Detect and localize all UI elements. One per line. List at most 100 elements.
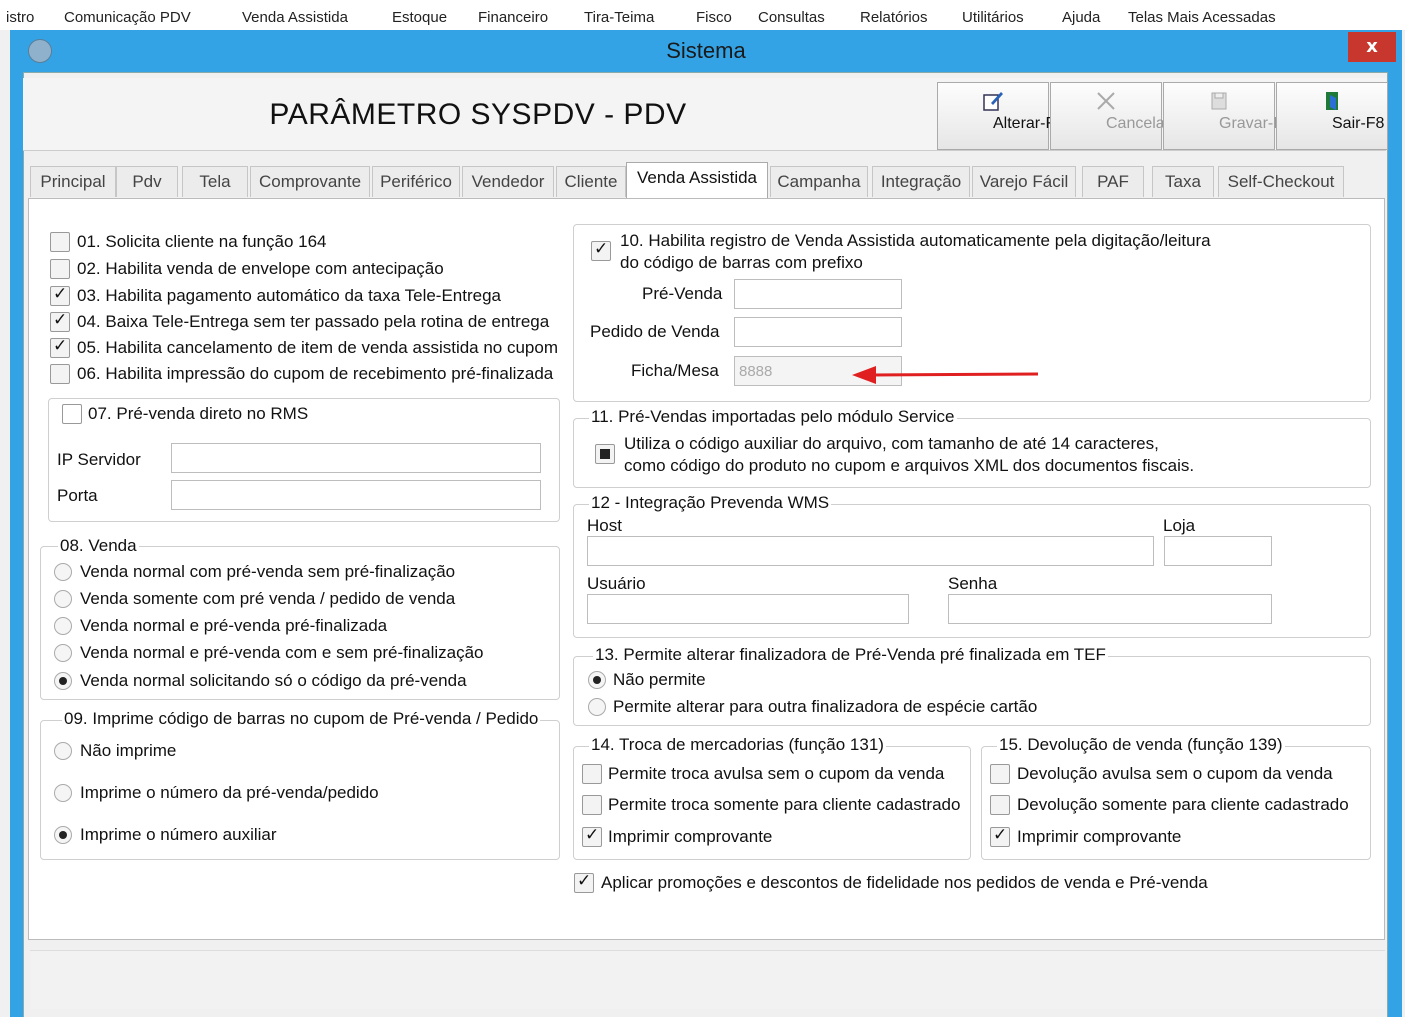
ip-servidor-label: IP Servidor: [57, 450, 141, 469]
opt14-checkbox-3[interactable]: [582, 825, 602, 847]
opt05-label: 05. Habilita cancelamento de item de ven…: [77, 338, 559, 357]
page-title: PARÂMETRO SYSPDV - PDV: [269, 98, 687, 131]
edit-icon: [983, 92, 1003, 111]
venda-radio-2[interactable]: [54, 590, 72, 608]
opt04-checkbox[interactable]: [50, 310, 70, 332]
menu-item-telas-mais-acessadas[interactable]: Telas Mais Acessadas: [1128, 9, 1276, 26]
loja-label: Loja: [1163, 516, 1196, 535]
menu-item-tira-teima[interactable]: Tira-Teima: [584, 9, 654, 26]
senha-input[interactable]: [948, 594, 1272, 624]
pre-venda-input[interactable]: [734, 279, 902, 309]
tab-venda-assistida[interactable]: Venda Assistida: [626, 162, 768, 199]
menu-item-relatorios[interactable]: Relatórios: [860, 9, 928, 26]
opt06-checkbox[interactable]: [50, 364, 70, 384]
imprime-option-1: Não imprime: [80, 741, 177, 760]
imprime-radio-3[interactable]: [54, 826, 72, 844]
sair-button[interactable]: Sair-F8: [1276, 82, 1388, 150]
opt02-label: 02. Habilita venda de envelope com antec…: [77, 259, 444, 278]
red-arrow-annotation: [852, 366, 1039, 384]
menu-item-comunicacao[interactable]: Comunicação PDV: [64, 9, 191, 26]
tab-principal[interactable]: Principal: [30, 166, 116, 197]
tab-comprovante[interactable]: Comprovante: [250, 166, 370, 197]
menubar: istro Comunicação PDV Venda Assistida Es…: [0, 0, 1405, 30]
senha-label: Senha: [948, 574, 998, 593]
venda-radio-1[interactable]: [54, 563, 72, 581]
bottom-strip: [0, 1017, 1405, 1032]
gravar-button[interactable]: Gravar-F9: [1163, 82, 1292, 150]
menu-item-fisco[interactable]: Fisco: [696, 9, 732, 26]
opt11-line1: Utiliza o código auxiliar do arquivo, co…: [624, 434, 1159, 453]
opt15-checkbox-1[interactable]: [990, 764, 1010, 784]
opt14-option-1: Permite troca avulsa sem o cupom da vend…: [608, 764, 945, 783]
window-titlebar[interactable]: Sistema x: [10, 30, 1402, 72]
pedido-venda-label: Pedido de Venda: [590, 322, 720, 341]
ip-servidor-input[interactable]: [171, 443, 541, 473]
menu-item-estoque[interactable]: Estoque: [392, 9, 447, 26]
opt01-label: 01. Solicita cliente na função 164: [77, 232, 327, 251]
tab-campanha[interactable]: Campanha: [770, 166, 868, 197]
tab-varejo-facil[interactable]: Varejo Fácil: [972, 166, 1076, 197]
opt10-label-line1: 10. Habilita registro de Venda Assistida…: [620, 231, 1211, 250]
tab-self-checkout[interactable]: Self-Checkout: [1218, 166, 1344, 197]
host-label: Host: [587, 516, 622, 535]
opt15-option-3: Imprimir comprovante: [1017, 827, 1182, 846]
venda-radio-3[interactable]: [54, 617, 72, 635]
close-button[interactable]: x: [1348, 32, 1396, 62]
imprime-option-2: Imprime o número da pré-venda/pedido: [80, 783, 379, 802]
pre-venda-label: Pré-Venda: [642, 284, 723, 303]
opt02-checkbox[interactable]: [50, 259, 70, 279]
venda-radio-5[interactable]: [54, 672, 72, 690]
menu-item-utilitarios[interactable]: Utilitários: [962, 9, 1024, 26]
opt10-checkbox[interactable]: [591, 239, 611, 261]
promo-checkbox[interactable]: [574, 871, 594, 893]
menu-item-registro[interactable]: istro: [6, 9, 34, 26]
opt11-line2: como código do produto no cupom e arquiv…: [624, 456, 1195, 475]
opt13-radio-2[interactable]: [588, 698, 606, 716]
menu-item-venda-assistida[interactable]: Venda Assistida: [242, 9, 348, 26]
tab-vendedor[interactable]: Vendedor: [462, 166, 554, 197]
opt14-checkbox-2[interactable]: [582, 795, 602, 815]
tab-periferico[interactable]: Periférico: [372, 166, 460, 197]
tab-paf[interactable]: PAF: [1082, 166, 1144, 197]
opt13-option-1: Não permite: [613, 670, 706, 689]
alterar-button[interactable]: Alterar-F7: [937, 82, 1064, 150]
pedido-venda-input[interactable]: [734, 317, 902, 347]
opt14-option-2: Permite troca somente para cliente cadas…: [608, 795, 961, 814]
opt14-checkbox-1[interactable]: [582, 764, 602, 784]
tab-integracao[interactable]: Integração: [872, 166, 970, 197]
opt05-checkbox[interactable]: [50, 336, 70, 358]
host-input[interactable]: [587, 536, 1154, 566]
venda-option-4: Venda normal e pré-venda com e sem pré-f…: [80, 643, 484, 662]
promo-label: Aplicar promoções e descontos de fidelid…: [601, 873, 1208, 892]
menu-item-financeiro[interactable]: Financeiro: [478, 9, 548, 26]
porta-input[interactable]: [171, 480, 541, 510]
cancel-x-icon: [1097, 92, 1115, 110]
imprime-option-3: Imprime o número auxiliar: [80, 825, 277, 844]
opt01-checkbox[interactable]: [50, 232, 70, 252]
tab-taxa[interactable]: Taxa: [1152, 166, 1214, 197]
opt07-checkbox[interactable]: [62, 404, 82, 424]
opt11-checkbox[interactable]: [595, 444, 615, 464]
imprime-radio-1[interactable]: [54, 742, 72, 760]
venda-option-2: Venda somente com pré venda / pedido de …: [80, 589, 456, 608]
opt15-checkbox-2[interactable]: [990, 795, 1010, 815]
tab-cliente[interactable]: Cliente: [556, 166, 626, 197]
imprime-radio-2[interactable]: [54, 784, 72, 802]
opt15-option-2: Devolução somente para cliente cadastrad…: [1017, 795, 1349, 814]
opt11-title: 11. Pré-Vendas importadas pelo módulo Se…: [589, 407, 957, 427]
venda-radio-4[interactable]: [54, 644, 72, 662]
usuario-label: Usuário: [587, 574, 646, 593]
menu-item-ajuda[interactable]: Ajuda: [1062, 9, 1100, 26]
usuario-input[interactable]: [587, 594, 909, 624]
opt07-label: 07. Pré-venda direto no RMS: [88, 404, 312, 424]
menu-item-consultas[interactable]: Consultas: [758, 9, 825, 26]
opt03-checkbox[interactable]: [50, 284, 70, 306]
opt15-checkbox-3[interactable]: [990, 825, 1010, 847]
tab-pdv[interactable]: Pdv: [116, 166, 178, 197]
opt14-title: 14. Troca de mercadorias (função 131): [589, 735, 886, 755]
loja-input[interactable]: [1164, 536, 1272, 566]
venda-option-3: Venda normal e pré-venda pré-finalizada: [80, 616, 388, 635]
opt13-radio-1[interactable]: [588, 671, 606, 689]
tab-tela[interactable]: Tela: [182, 166, 248, 197]
cancelar-button[interactable]: Cancelar-F6: [1050, 82, 1194, 150]
